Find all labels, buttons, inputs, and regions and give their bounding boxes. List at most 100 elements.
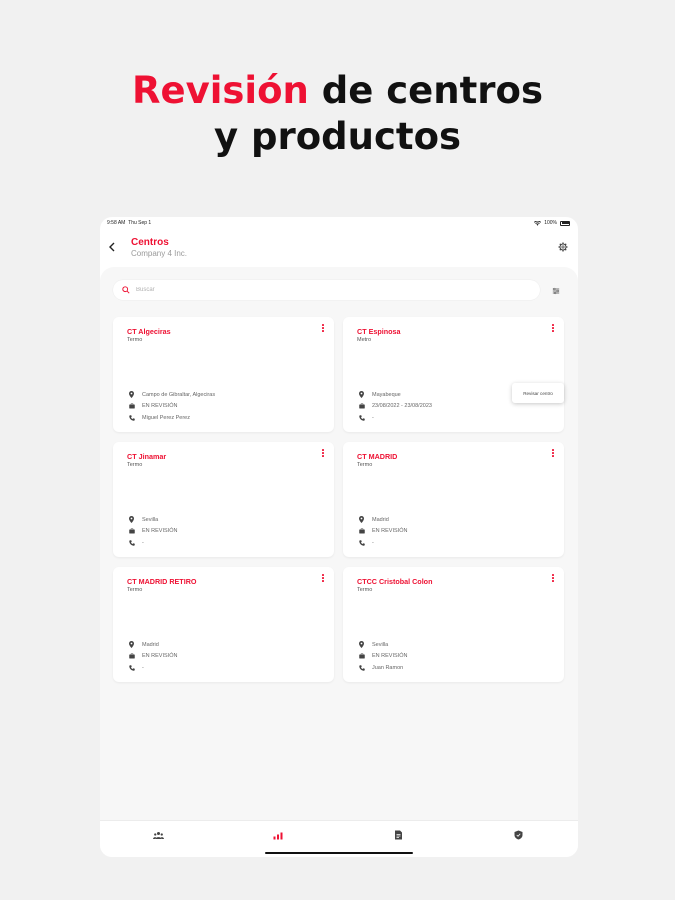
card-location: Mayabeque (372, 391, 401, 398)
location-row: Madrid (359, 514, 407, 526)
card-contact: Juan Ramon (372, 664, 404, 671)
chart-icon[interactable] (271, 828, 285, 842)
app-bar: Centros Company 4 Inc. (100, 231, 578, 269)
centro-card[interactable]: CT MADRID RETIRO Termo Madrid EN REVISIÓ… (113, 567, 334, 682)
context-menu-item[interactable]: Revisar centro (523, 391, 553, 396)
dates-row: EN REVISIÓN (129, 651, 177, 663)
briefcase-icon (359, 653, 368, 660)
phone-icon (359, 539, 368, 546)
card-details: Mayabeque 23/08/2022 - 23/08/2023 - (359, 389, 432, 424)
card-contact: - (372, 414, 374, 421)
phone-icon (359, 664, 368, 671)
location-row: Mayabeque (359, 389, 432, 401)
contact-row: Juan Ramon (359, 662, 407, 674)
card-type: Termo (357, 587, 373, 593)
wifi-icon (534, 220, 542, 226)
card-details: Madrid EN REVISIÓN - (359, 514, 407, 549)
card-contact: Miguel Perez Perez (142, 414, 190, 421)
contact-row: - (359, 537, 407, 549)
card-type: Termo (127, 587, 143, 593)
phone-icon (129, 414, 138, 421)
location-pin-icon (359, 516, 368, 524)
promo-line1: de centros (321, 69, 543, 112)
gear-icon[interactable] (556, 240, 570, 254)
card-details: Madrid EN REVISIÓN - (129, 639, 177, 674)
centro-card[interactable]: CT Espinosa Metro Mayabeque 23/08/2022 -… (343, 317, 564, 432)
location-row: Campo de Gibraltar, Algeciras (129, 389, 215, 401)
battery-percent: 100% (544, 220, 557, 226)
card-details: Sevilla EN REVISIÓN Juan Ramon (359, 639, 407, 674)
more-vertical-icon[interactable] (320, 322, 326, 334)
battery-icon (560, 220, 570, 226)
shield-icon[interactable] (511, 828, 525, 842)
status-indicators: 100% (534, 220, 570, 226)
bottom-navigation (100, 820, 578, 857)
status-date: Thu Sep 1 (128, 220, 152, 226)
search-input[interactable] (136, 287, 516, 293)
location-row: Sevilla (129, 514, 177, 526)
content-area: CT Algeciras Termo Campo de Gibraltar, A… (100, 267, 578, 820)
card-contact: - (372, 539, 374, 546)
more-vertical-icon[interactable] (320, 572, 326, 584)
location-row: Sevilla (359, 639, 407, 651)
centro-card[interactable]: CTCC Cristobal Colon Termo Sevilla EN RE… (343, 567, 564, 682)
card-dates: 23/08/2022 - 23/08/2023 (372, 403, 432, 410)
title-block: Centros Company 4 Inc. (131, 237, 187, 258)
contact-row: - (129, 662, 177, 674)
more-vertical-icon[interactable] (550, 572, 556, 584)
card-dates: EN REVISIÓN (372, 653, 408, 660)
status-bar: 9:58 AM Thu Sep 1 100% (100, 217, 578, 229)
card-type: Metro (357, 337, 372, 343)
card-type: Termo (127, 462, 143, 468)
location-pin-icon (129, 391, 138, 399)
people-icon[interactable] (151, 828, 165, 842)
briefcase-icon (359, 528, 368, 535)
status-time: 9:58 AM (107, 220, 126, 226)
card-contact: - (142, 664, 144, 671)
page-title: Centros (131, 237, 169, 248)
card-dates: EN REVISIÓN (142, 528, 178, 535)
phone-icon (129, 664, 138, 671)
card-location: Sevilla (372, 641, 389, 648)
dates-row: EN REVISIÓN (359, 526, 407, 538)
promo-line2: y productos (213, 115, 462, 158)
more-vertical-icon[interactable] (320, 447, 326, 459)
location-pin-icon (129, 516, 138, 524)
card-location: Madrid (142, 641, 159, 648)
card-title: CTCC Cristobal Colon (357, 577, 433, 586)
phone-icon (359, 414, 368, 421)
card-type: Termo (357, 462, 373, 468)
back-arrow-icon[interactable] (105, 240, 119, 254)
dates-row: 23/08/2022 - 23/08/2023 (359, 401, 432, 413)
briefcase-icon (129, 528, 138, 535)
document-icon[interactable] (391, 828, 405, 842)
card-contact: - (142, 539, 144, 546)
filter-icon[interactable] (550, 285, 562, 297)
more-vertical-icon[interactable] (550, 447, 556, 459)
dates-row: EN REVISIÓN (129, 401, 215, 413)
contact-row: - (359, 412, 432, 424)
context-menu-revisar-centro[interactable]: Revisar centro (512, 383, 564, 403)
card-location: Sevilla (142, 516, 159, 523)
card-type: Termo (127, 337, 143, 343)
card-title: CT Espinosa (357, 327, 401, 336)
card-location: Madrid (372, 516, 389, 523)
dates-row: EN REVISIÓN (129, 526, 177, 538)
centro-card[interactable]: CT Jinamar Termo Sevilla EN REVISIÓN - (113, 442, 334, 557)
centro-card[interactable]: CT MADRID Termo Madrid EN REVISIÓN - (343, 442, 564, 557)
card-title: CT Jinamar (127, 452, 167, 461)
location-pin-icon (359, 641, 368, 649)
briefcase-icon (129, 653, 138, 660)
search-bar[interactable] (113, 280, 540, 300)
card-location: Campo de Gibraltar, Algeciras (142, 391, 216, 398)
tablet-screen: 9:58 AM Thu Sep 1 100% Centros Company 4… (100, 217, 578, 857)
dates-row: EN REVISIÓN (359, 651, 407, 663)
card-dates: EN REVISIÓN (142, 653, 178, 660)
location-row: Madrid (129, 639, 177, 651)
contact-row: Miguel Perez Perez (129, 412, 215, 424)
card-details: Sevilla EN REVISIÓN - (129, 514, 177, 549)
centro-card[interactable]: CT Algeciras Termo Campo de Gibraltar, A… (113, 317, 334, 432)
more-vertical-icon[interactable] (550, 322, 556, 334)
card-dates: EN REVISIÓN (372, 528, 408, 535)
search-icon (121, 285, 131, 295)
